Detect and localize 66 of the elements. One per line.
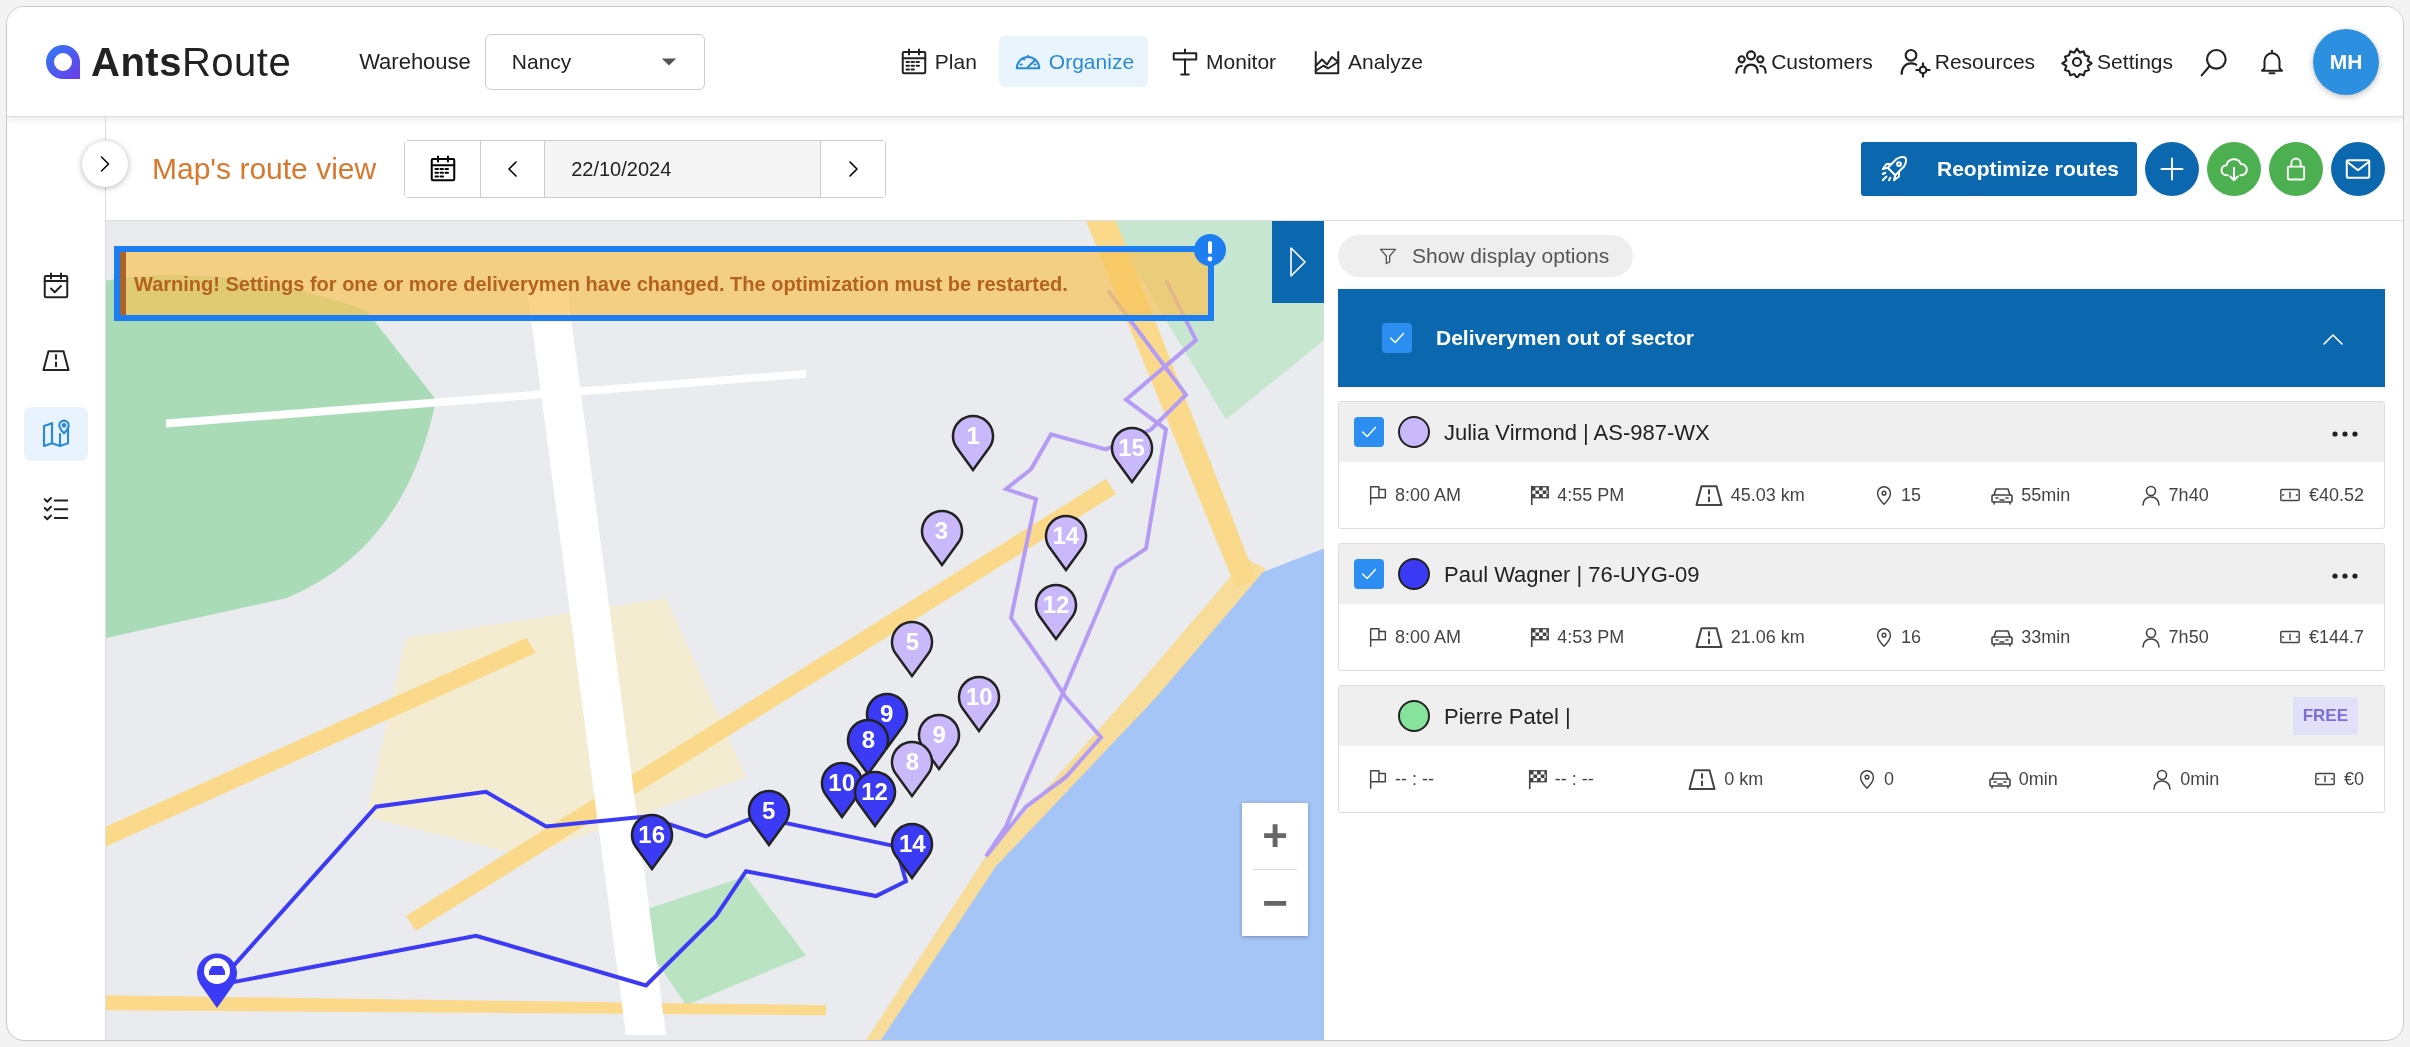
chevron-right-icon [846,158,861,179]
stat-value: -- : -- [1554,767,1594,791]
stat-value: €144.7 [2308,625,2364,649]
lock-button[interactable] [2269,141,2323,196]
more-icon [2332,573,2358,580]
map-pin-icon [40,418,72,450]
nav-tab[interactable]: Plan [884,35,991,88]
stat-value: 55min [2021,483,2071,507]
stat-value: 4:55 PM [1557,483,1625,507]
reoptimize-button[interactable]: Reoptimize routes [1860,141,2137,196]
stat-value: 0 km [1724,767,1764,791]
stat-value: 45.03 km [1730,483,1805,507]
collapse-panel-button[interactable] [1272,221,1324,303]
warehouse-label: Warehouse [359,48,471,76]
filter-icon [1378,246,1398,266]
more-icon [2332,431,2358,438]
checkbox[interactable] [1354,559,1384,589]
driver-name: Pierre Patel | [1444,702,1571,731]
stat-value: 0 [1883,767,1894,791]
stat-value: 4:53 PM [1557,625,1625,649]
nav-link[interactable]: Customers [1735,45,1873,78]
checkbox[interactable] [1382,323,1412,353]
cloud-download-button[interactable] [2207,141,2261,196]
driver-name: Julia Virmond | AS-987-WX [1444,418,1710,447]
add-button[interactable] [2145,141,2199,196]
checkbox[interactable] [1354,417,1384,447]
stat-value: 8:00 AM [1395,625,1462,649]
checkered-flag-icon [1529,483,1552,507]
chevron-left-icon [505,158,520,179]
date-field[interactable]: 22/10/2024 [545,140,822,197]
driver-name: Paul Wagner | 76-UYG-09 [1444,560,1700,589]
stat-value: €0 [2343,767,2364,791]
logo-text: AntsRoute [91,38,292,86]
nav-link[interactable]: Settings [2061,45,2173,78]
calendar-button[interactable] [405,140,482,197]
status-badge: FREE [2292,697,2358,735]
user-avatar[interactable]: MH [2313,28,2379,95]
settings-icon [2061,45,2094,78]
caret-icon [659,56,678,67]
group-title: Deliverymen out of sector [1436,325,1694,352]
flag-icon [1367,767,1389,791]
stat-value: 8:00 AM [1395,483,1462,507]
warehouse-select[interactable]: Nancy [484,33,705,90]
checkered-flag-icon [1529,625,1552,649]
calendar-check-icon [41,271,71,301]
stat-value: €40.52 [2308,483,2364,507]
display-options-button[interactable]: Show display options [1338,235,1634,277]
checkered-flag-icon [1526,767,1549,791]
zoom-out-button[interactable]: − [1242,870,1308,936]
stat-value: 7h50 [2168,625,2209,649]
stat-value: 0min [2180,767,2220,791]
stat-value: 16 [1901,625,1921,649]
nav-tab[interactable]: Monitor [1156,35,1291,88]
nav-tab[interactable]: Analyze [1298,35,1437,88]
stat-value: 7h40 [2168,483,2209,507]
stat-value: 15 [1901,483,1921,507]
email-button[interactable] [2331,141,2385,196]
flag-icon [1367,625,1389,649]
stat-value: 33min [2021,625,2071,649]
stat-value: 0min [2018,767,2058,791]
zoom-in-button[interactable]: + [1242,803,1308,869]
stat-value: -- : -- [1395,767,1434,791]
nav-link[interactable]: Resources [1898,45,2036,78]
page-title: Map's route view [152,151,377,187]
stat-value: 21.06 km [1730,625,1805,649]
flag-icon [1367,483,1389,507]
